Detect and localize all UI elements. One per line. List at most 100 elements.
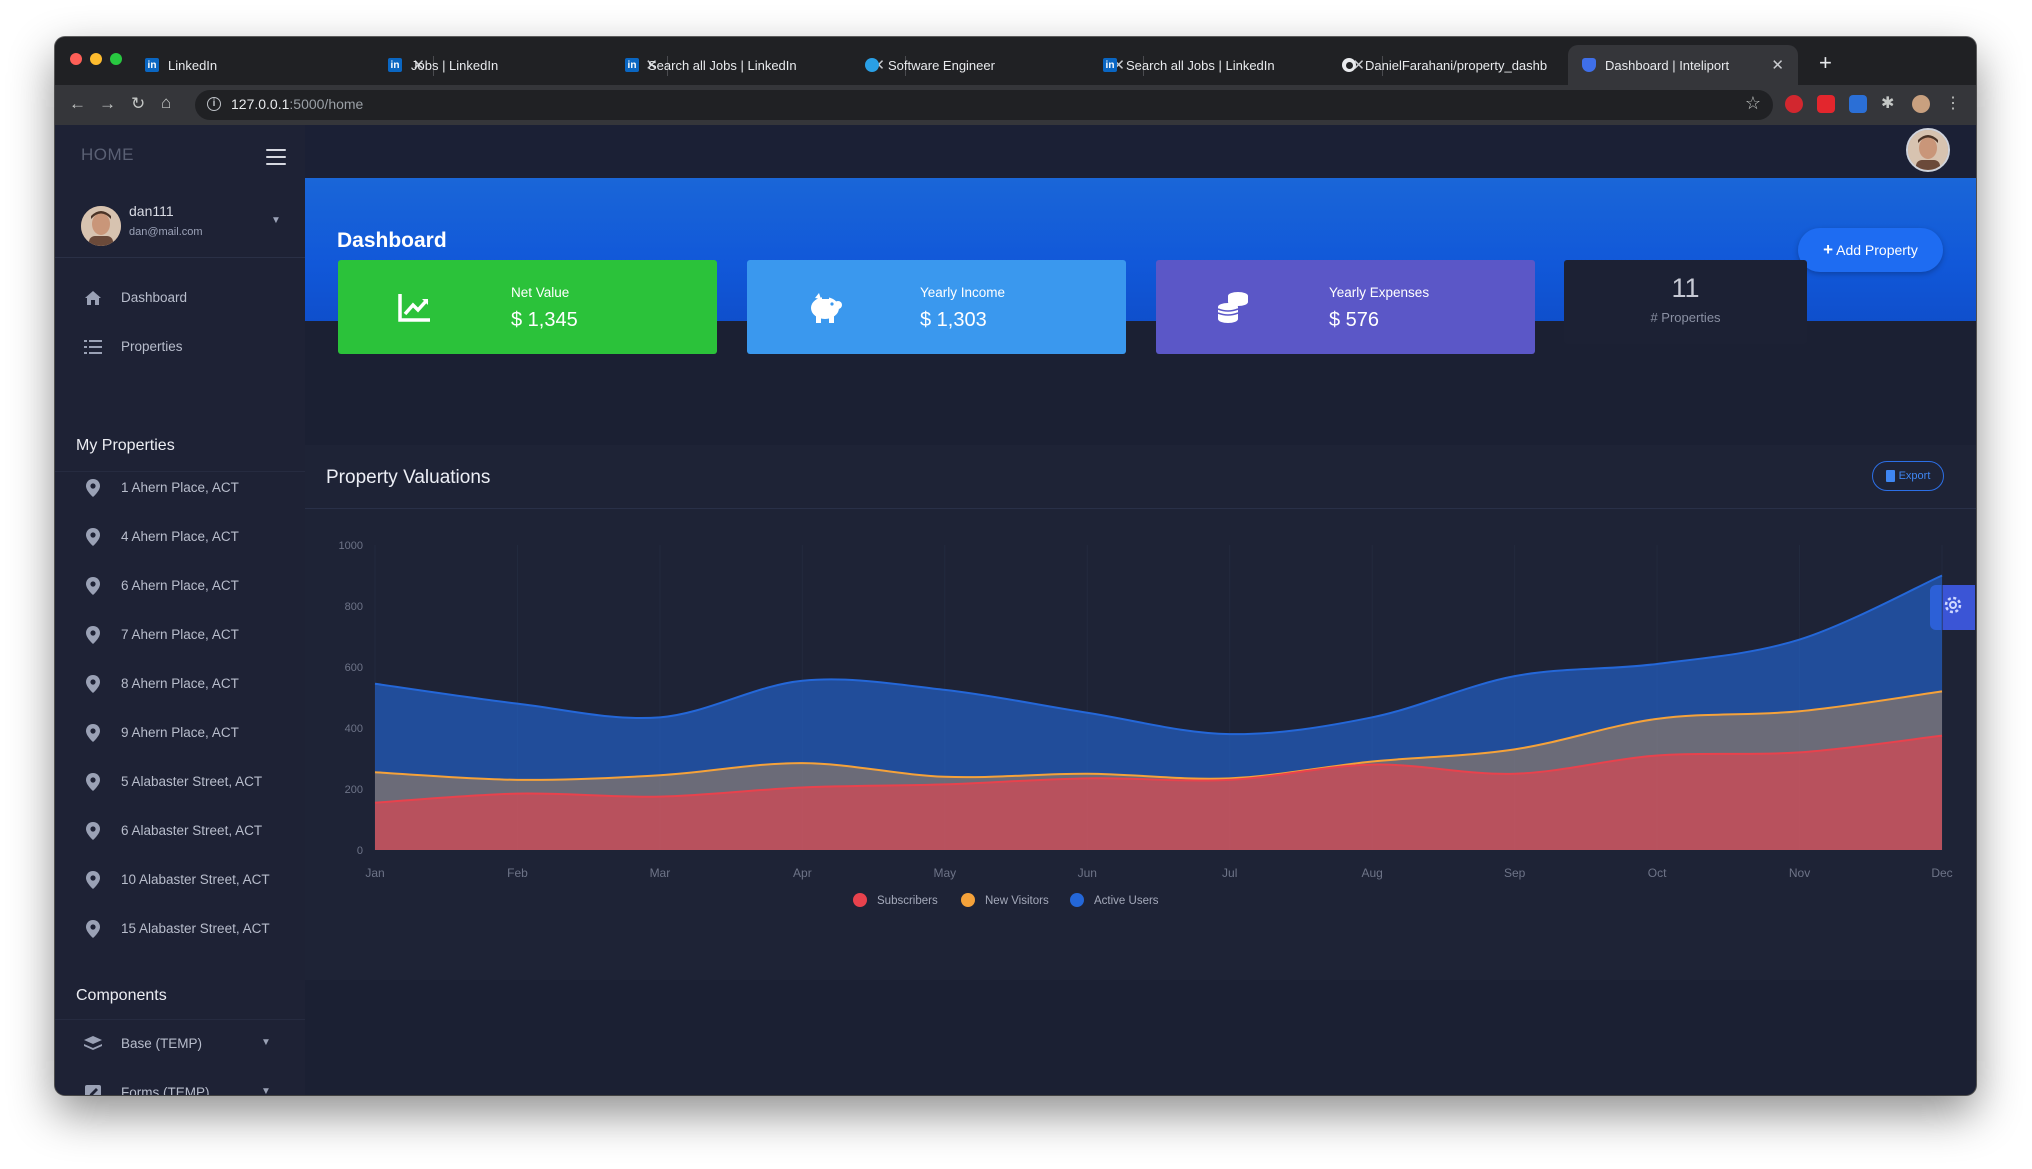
url-field[interactable]: i 127.0.0.1:5000/home ☆	[195, 90, 1773, 120]
minimize-window-dot[interactable]	[90, 53, 102, 65]
sidebar-item-label: 5 Alabaster Street, ACT	[121, 774, 263, 789]
sidebar-item-property[interactable]: 6 Ahern Place, ACT	[55, 564, 305, 608]
legend-label: New Visitors	[985, 895, 1049, 907]
sidebar-item-property[interactable]: 6 Alabaster Street, ACT	[55, 809, 305, 853]
map-marker-icon	[83, 821, 103, 841]
globe-icon	[865, 58, 879, 72]
sidebar-item-property[interactable]: 8 Ahern Place, ACT	[55, 662, 305, 706]
info-icon[interactable]: i	[207, 97, 221, 111]
browser-menu-icon[interactable]: ⋮	[1945, 93, 1963, 112]
github-icon	[1342, 58, 1356, 72]
map-marker-icon	[83, 478, 103, 498]
y-tick-label: 600	[345, 662, 363, 674]
trending-up-icon	[396, 288, 434, 326]
tab-title: LinkedIn	[168, 57, 218, 73]
sidebar-item-label: Dashboard	[121, 290, 188, 305]
sidebar-item-property[interactable]: 5 Alabaster Street, ACT	[55, 760, 305, 804]
address-bar: ← → ↻ ⌂ i 127.0.0.1:5000/home ☆ ✱ ⋮	[55, 85, 1976, 125]
new-tab-icon[interactable]: +	[1819, 50, 1832, 76]
sidebar-item-label: Forms (TEMP)	[121, 1085, 210, 1095]
card-value: $ 1,303	[920, 309, 987, 331]
card-title: Net Value	[511, 285, 570, 300]
export-label: Export	[1898, 470, 1931, 482]
linkedin-icon: in	[1103, 58, 1117, 72]
extension-icon[interactable]	[1785, 95, 1803, 113]
bookmark-star-icon[interactable]: ☆	[1745, 93, 1761, 114]
add-property-button[interactable]: + Add Property	[1798, 228, 1943, 272]
tab-title: Jobs | LinkedIn	[411, 57, 499, 73]
components-heading: Components	[76, 987, 167, 1004]
browser-tab[interactable]: DanielFarahani/property_dashb ✕	[1342, 45, 1604, 85]
x-tick-label: Feb	[507, 866, 528, 880]
browser-tab[interactable]: Software Engineer ✕	[865, 45, 1125, 85]
add-property-label: Add Property	[1836, 242, 1918, 258]
x-tick-label: Jul	[1222, 866, 1237, 880]
x-tick-label: Apr	[793, 866, 812, 880]
my-properties-heading: My Properties	[76, 437, 175, 454]
property-count-label: # Properties	[1650, 310, 1721, 325]
close-tab-icon[interactable]: ✕	[1771, 56, 1784, 74]
tab-title: Software Engineer	[888, 57, 995, 73]
sidebar-item-properties[interactable]: Properties	[55, 325, 305, 369]
linkedin-icon: in	[625, 58, 639, 72]
sidebar-item-dashboard[interactable]: Dashboard	[55, 276, 305, 320]
map-marker-icon	[83, 772, 103, 792]
back-icon[interactable]: ←	[69, 94, 86, 114]
sidebar-item-property[interactable]: 7 Ahern Place, ACT	[55, 613, 305, 657]
property-count-value: 11	[1671, 273, 1700, 303]
sidebar-item-forms[interactable]: Forms (TEMP) ▼	[55, 1071, 305, 1095]
browser-tab[interactable]: in Search all Jobs | LinkedIn ✕	[1103, 45, 1365, 85]
browser-tab-active[interactable]: Dashboard | Inteliport ✕	[1568, 45, 1798, 85]
x-tick-label: Sep	[1504, 866, 1526, 880]
piggy-bank-icon	[805, 288, 843, 326]
card-title: Yearly Expenses	[1329, 285, 1430, 300]
brand-link[interactable]: HOME	[81, 145, 134, 165]
sidebar-item-label: 10 Alabaster Street, ACT	[121, 872, 270, 887]
card-value: $ 576	[1329, 309, 1380, 331]
y-tick-label: 0	[357, 845, 363, 857]
edit-icon	[83, 1083, 103, 1095]
profile-avatar-icon[interactable]	[1912, 95, 1930, 113]
sidebar-item-property[interactable]: 10 Alabaster Street, ACT	[55, 858, 305, 902]
map-marker-icon	[83, 919, 103, 939]
y-tick-label: 400	[345, 723, 363, 735]
extension-icon[interactable]	[1849, 95, 1867, 113]
x-tick-label: Oct	[1648, 866, 1667, 880]
maximize-window-dot[interactable]	[110, 53, 122, 65]
browser-tab[interactable]: in Jobs | LinkedIn ✕	[388, 45, 658, 85]
url-text: 127.0.0.1:5000/home	[231, 96, 364, 112]
close-window-dot[interactable]	[70, 53, 82, 65]
sidebar-item-base[interactable]: Base (TEMP) ▼	[55, 1022, 305, 1066]
x-tick-label: May	[933, 866, 956, 880]
sidebar-item-label: 6 Ahern Place, ACT	[121, 578, 239, 593]
map-marker-icon	[83, 674, 103, 694]
browser-tab[interactable]: in Search all Jobs | LinkedIn ✕	[625, 45, 885, 85]
tab-strip: in LinkedIn ✕ in Jobs | LinkedIn ✕ in Se…	[55, 37, 1976, 85]
map-marker-icon	[83, 723, 103, 743]
puzzle-extensions-icon[interactable]: ✱	[1881, 93, 1899, 112]
shield-icon	[1582, 58, 1596, 72]
extension-icon[interactable]	[1817, 95, 1835, 113]
map-marker-icon	[83, 625, 103, 645]
x-tick-label: Aug	[1362, 866, 1383, 880]
legend-label: Active Users	[1094, 895, 1159, 907]
sidebar-item-property[interactable]: 9 Ahern Place, ACT	[55, 711, 305, 755]
user-panel[interactable]: dan111 dan@mail.com ▼	[55, 193, 305, 258]
home-button-icon[interactable]: ⌂	[161, 93, 171, 113]
tab-title: DanielFarahani/property_dashb	[1365, 57, 1548, 73]
hamburger-menu-icon[interactable]	[266, 149, 286, 170]
navbar-avatar[interactable]	[1906, 128, 1950, 172]
sidebar-item-label: Properties	[121, 339, 183, 354]
page-title: Dashboard	[337, 229, 447, 252]
reload-icon[interactable]: ↻	[131, 94, 145, 114]
browser-tab[interactable]: in LinkedIn ✕	[145, 45, 425, 85]
sidebar-item-property[interactable]: 4 Ahern Place, ACT	[55, 515, 305, 559]
forward-icon[interactable]: →	[99, 94, 116, 114]
sidebar-item-property[interactable]: 15 Alabaster Street, ACT	[55, 907, 305, 951]
y-tick-label: 200	[345, 784, 363, 796]
sidebar-item-property[interactable]: 1 Ahern Place, ACT	[55, 466, 305, 510]
chevron-down-icon[interactable]: ▼	[271, 215, 281, 226]
list-icon	[83, 337, 103, 357]
sidebar-item-label: 8 Ahern Place, ACT	[121, 676, 239, 691]
export-button[interactable]: Export	[1872, 461, 1944, 491]
